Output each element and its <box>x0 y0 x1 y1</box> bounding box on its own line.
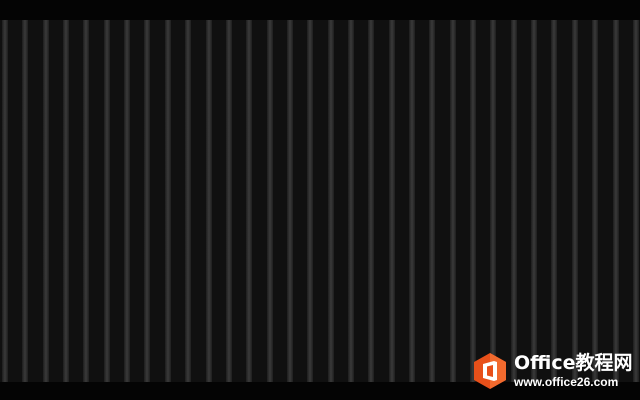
stripe <box>307 20 313 382</box>
stripe <box>470 20 476 382</box>
stripe <box>450 20 456 382</box>
slide-screen: Office教程网 www.office26.com <box>0 0 640 400</box>
stripe <box>633 20 639 382</box>
stripe <box>43 20 49 382</box>
stripe <box>389 20 395 382</box>
stripe <box>490 20 496 382</box>
stripe <box>206 20 212 382</box>
stripe <box>287 20 293 382</box>
stripe <box>124 20 130 382</box>
stripe <box>246 20 252 382</box>
stripe <box>22 20 28 382</box>
stripe <box>83 20 89 382</box>
stripe <box>368 20 374 382</box>
stripe <box>2 20 8 382</box>
stripe <box>328 20 334 382</box>
stripe <box>592 20 598 382</box>
stripe <box>165 20 171 382</box>
stripe <box>104 20 110 382</box>
stripe <box>409 20 415 382</box>
stripe <box>348 20 354 382</box>
stripe <box>429 20 435 382</box>
stripe <box>144 20 150 382</box>
stripe <box>267 20 273 382</box>
stripe <box>185 20 191 382</box>
stripe <box>63 20 69 382</box>
vertical-stripe-pattern <box>0 20 640 382</box>
stripe <box>551 20 557 382</box>
stripe <box>226 20 232 382</box>
stripe <box>572 20 578 382</box>
watermark-url: www.office26.com <box>514 375 619 389</box>
stripe <box>511 20 517 382</box>
stripe <box>531 20 537 382</box>
office-logo-icon <box>474 353 506 389</box>
watermark-title: Office教程网 <box>514 352 633 374</box>
top-letterbox-bar <box>0 0 640 20</box>
stripe <box>613 20 619 382</box>
site-watermark: Office教程网 www.office26.com <box>470 348 638 394</box>
